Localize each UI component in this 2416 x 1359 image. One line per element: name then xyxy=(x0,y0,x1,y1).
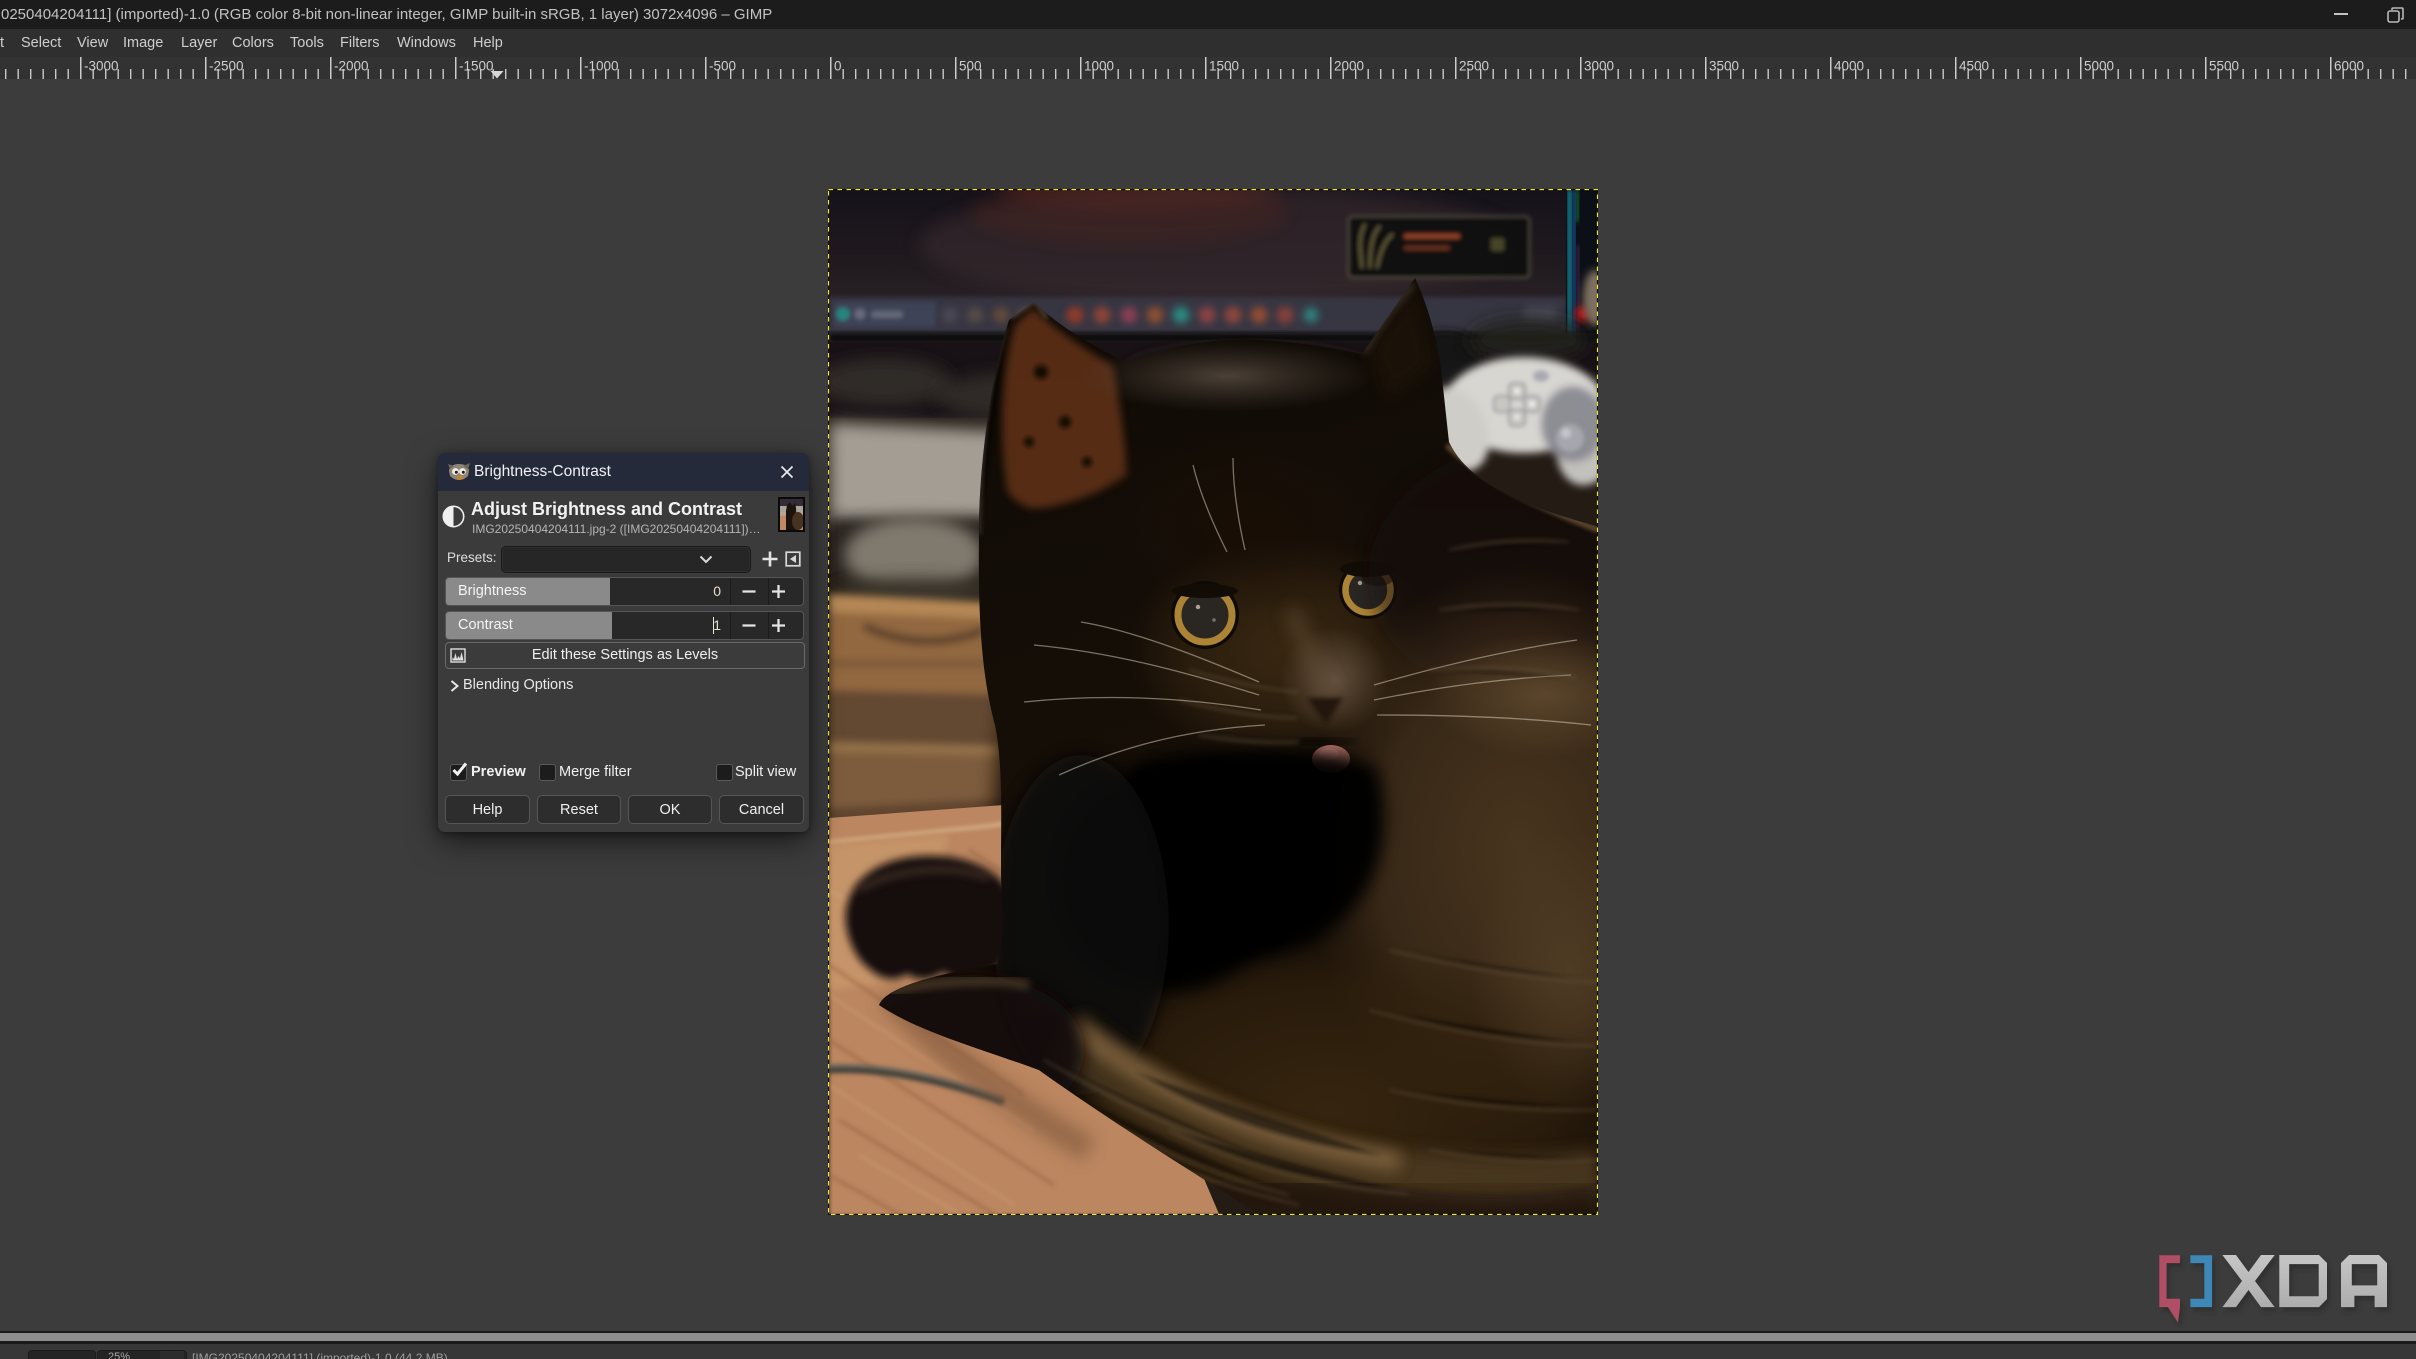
svg-text:2500: 2500 xyxy=(1459,59,1489,74)
svg-text:6000: 6000 xyxy=(2334,59,2364,74)
svg-text:-1000: -1000 xyxy=(584,59,619,74)
svg-text:1000: 1000 xyxy=(1084,59,1114,74)
svg-text:4000: 4000 xyxy=(1834,59,1864,74)
svg-text:-2500: -2500 xyxy=(209,59,244,74)
svg-text:5000: 5000 xyxy=(2084,59,2114,74)
svg-text:3500: 3500 xyxy=(1709,59,1739,74)
svg-text:4500: 4500 xyxy=(1959,59,1989,74)
svg-text:-500: -500 xyxy=(709,59,736,74)
svg-text:1500: 1500 xyxy=(1209,59,1239,74)
svg-text:-3000: -3000 xyxy=(84,59,119,74)
svg-text:0: 0 xyxy=(834,59,842,74)
svg-text:5500: 5500 xyxy=(2209,59,2239,74)
svg-text:2000: 2000 xyxy=(1334,59,1364,74)
svg-text:-1500: -1500 xyxy=(459,59,494,74)
svg-text:500: 500 xyxy=(959,59,982,74)
svg-text:-2000: -2000 xyxy=(334,59,369,74)
svg-text:3000: 3000 xyxy=(1584,59,1614,74)
